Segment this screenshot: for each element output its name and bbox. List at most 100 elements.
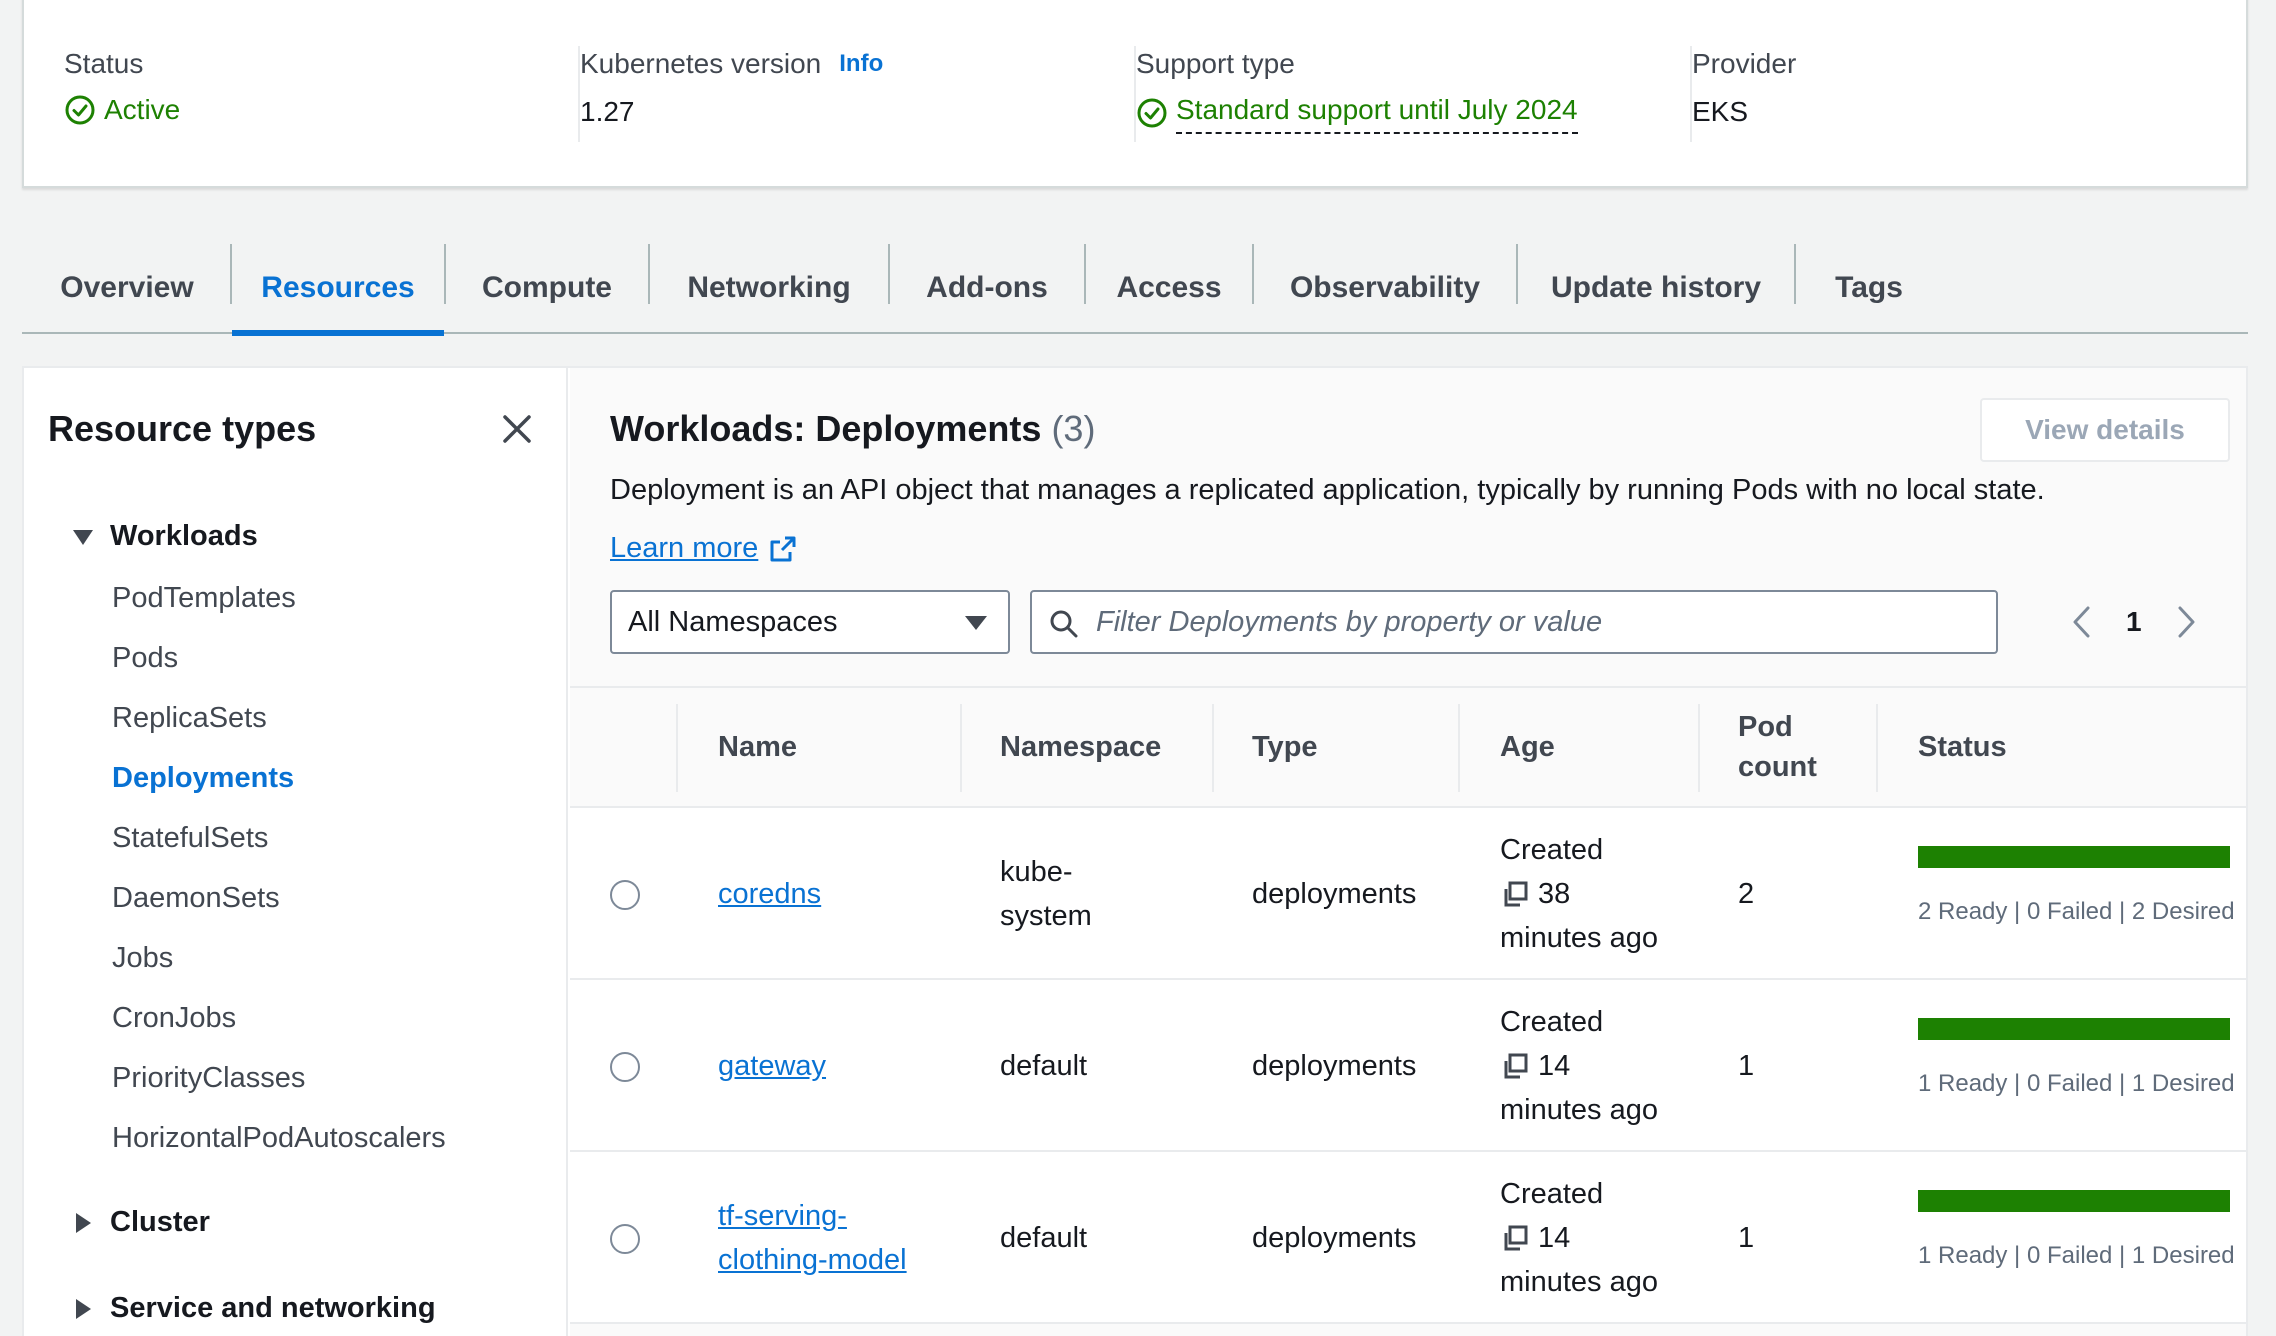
deployment-name-link-line2[interactable]: clothing-model (718, 1244, 907, 1276)
check-circle-icon (1137, 98, 1167, 128)
deployment-name-link[interactable]: coredns (718, 878, 821, 910)
type-cell: deployments (1252, 1222, 1417, 1254)
tab-update-history[interactable]: Update history (1518, 244, 1794, 332)
sidebar-group-cluster[interactable]: Cluster (72, 1206, 210, 1239)
row-select-radio[interactable] (610, 1224, 640, 1254)
sidebar-group-service-networking[interactable]: Service and networking (72, 1292, 436, 1325)
sidebar-item-horizontalpodautoscalers[interactable]: HorizontalPodAutoscalers (112, 1122, 446, 1155)
table-row: coredns kube- system deployments Created… (570, 808, 2246, 980)
page-title-text: Workloads: Deployments (610, 408, 1042, 449)
provider-section: Provider EKS (1692, 46, 1796, 142)
sidebar-item-replicasets[interactable]: ReplicaSets (112, 702, 267, 735)
column-header-age[interactable]: Age (1500, 688, 1555, 806)
copy-icon[interactable] (1500, 1223, 1530, 1253)
table-row: tf-serving- clothing-model default deplo… (570, 1152, 2246, 1324)
pagination: 1 (2070, 594, 2198, 650)
age-value: 38 (1538, 878, 1571, 910)
resource-types-sidebar: Resource types Workloads PodTemplates Po… (24, 368, 568, 1336)
status-progress-bar (1918, 1018, 2230, 1040)
tab-tags[interactable]: Tags (1796, 244, 1942, 332)
status-text: 1 Ready | 0 Failed | 1 Desired (1918, 1242, 2235, 1269)
age-value: 14 (1538, 1222, 1571, 1254)
namespace-line1: kube- (1000, 856, 1073, 888)
column-header-pod-count-line1: Pod (1738, 711, 1793, 743)
resources-panel: Resource types Workloads PodTemplates Po… (22, 366, 2248, 1336)
tab-observability[interactable]: Observability (1254, 244, 1516, 332)
age-line2: 14 (1500, 1216, 1658, 1260)
age-line3: minutes ago (1500, 1094, 1658, 1126)
sidebar-item-cronjobs[interactable]: CronJobs (112, 1002, 236, 1035)
sidebar-item-statefulsets[interactable]: StatefulSets (112, 822, 268, 855)
sidebar-item-deployments[interactable]: Deployments (112, 762, 294, 795)
provider-value: EKS (1692, 96, 1749, 127)
sidebar-item-daemonsets[interactable]: DaemonSets (112, 882, 280, 915)
namespace-select[interactable]: All Namespaces (610, 590, 1010, 654)
sidebar-group-workloads[interactable]: Workloads (72, 520, 258, 553)
view-details-button[interactable]: View details (1980, 398, 2230, 462)
age-line3: minutes ago (1500, 1266, 1658, 1298)
search-icon (1050, 610, 1078, 638)
filter-field[interactable] (1030, 590, 1998, 654)
sidebar-item-pods[interactable]: Pods (112, 642, 178, 675)
status-text: 1 Ready | 0 Failed | 1 Desired (1918, 1070, 2235, 1097)
column-header-namespace[interactable]: Namespace (1000, 688, 1161, 806)
status-progress-fill (1918, 1190, 2230, 1212)
sidebar-item-jobs[interactable]: Jobs (112, 942, 173, 975)
age-line1: Created (1500, 1006, 1604, 1038)
caret-right-icon (76, 1212, 91, 1233)
status-value-text: Active (104, 94, 181, 125)
column-header-status[interactable]: Status (1918, 688, 2007, 806)
row-select-radio[interactable] (610, 880, 640, 910)
kubernetes-version-value: 1.27 (580, 96, 635, 127)
page-number[interactable]: 1 (2126, 606, 2142, 638)
caret-down-icon (73, 529, 93, 545)
support-type-text: Standard support until July 2024 (1176, 92, 1578, 134)
deployment-name[interactable]: tf-serving- clothing-model (718, 1194, 907, 1282)
column-separator (1876, 704, 1878, 792)
age-line2: 14 (1500, 1044, 1658, 1088)
column-header-name[interactable]: Name (718, 688, 797, 806)
deployment-name[interactable]: coredns (718, 872, 821, 916)
deployment-name-link[interactable]: gateway (718, 1050, 826, 1082)
support-type-section: Support type Standard support until July… (1136, 46, 1578, 142)
chevron-right-icon[interactable] (2176, 604, 2198, 640)
type-cell: deployments (1252, 878, 1417, 910)
kubernetes-version-section: Kubernetes version Info 1.27 (580, 46, 883, 142)
deployment-name[interactable]: gateway (718, 1044, 826, 1088)
tab-access[interactable]: Access (1086, 244, 1252, 332)
sidebar-group-label: Cluster (110, 1206, 210, 1238)
close-icon[interactable] (500, 412, 534, 446)
column-header-pod-count[interactable]: Pod count (1738, 688, 1817, 806)
age-cell: Created 38 minutes ago (1500, 828, 1658, 960)
tab-networking[interactable]: Networking (650, 244, 888, 332)
age-cell: Created 14 minutes ago (1500, 1000, 1658, 1132)
status-progress-fill (1918, 1018, 2230, 1040)
copy-icon[interactable] (1500, 879, 1530, 909)
table-row: gateway default deployments Created 14 m… (570, 980, 2246, 1152)
learn-more-text: Learn more (610, 532, 759, 564)
learn-more-link[interactable]: Learn more (610, 532, 798, 565)
sidebar-item-priorityclasses[interactable]: PriorityClasses (112, 1062, 305, 1095)
chevron-left-icon[interactable] (2070, 604, 2092, 640)
status-text: 2 Ready | 0 Failed | 2 Desired (1918, 898, 2235, 925)
caret-down-icon (965, 616, 987, 630)
tab-add-ons[interactable]: Add-ons (890, 244, 1084, 332)
copy-icon[interactable] (1500, 1051, 1530, 1081)
age-line2: 38 (1500, 872, 1658, 916)
sidebar-item-podtemplates[interactable]: PodTemplates (112, 582, 296, 615)
column-separator (1458, 704, 1460, 792)
deployment-name-link-line1[interactable]: tf-serving- (718, 1200, 847, 1232)
row-select-radio[interactable] (610, 1052, 640, 1082)
tab-compute[interactable]: Compute (446, 244, 648, 332)
tab-resources[interactable]: Resources (232, 244, 444, 336)
column-separator (960, 704, 962, 792)
deployments-content: Workloads: Deployments (3) View details … (570, 368, 2246, 1336)
info-link[interactable]: Info (839, 46, 883, 82)
support-type-value[interactable]: Standard support until July 2024 (1136, 92, 1578, 134)
column-separator (1698, 704, 1700, 792)
tab-overview[interactable]: Overview (42, 244, 212, 332)
column-header-type[interactable]: Type (1252, 688, 1318, 806)
filter-input[interactable] (1096, 605, 1996, 639)
status-value: Active (64, 92, 180, 128)
age-line1: Created (1500, 834, 1604, 866)
